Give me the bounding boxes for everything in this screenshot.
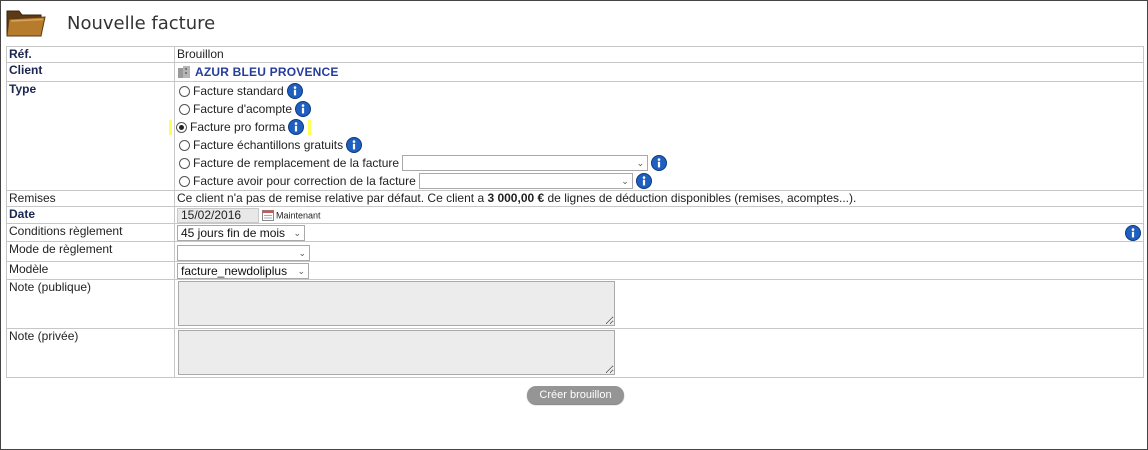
type-option-remplacement[interactable]: Facture de remplacement de la facture ⌄	[177, 154, 1141, 172]
info-icon[interactable]	[286, 83, 303, 99]
create-draft-button[interactable]: Créer brouillon	[527, 386, 624, 404]
radio-acompte[interactable]	[179, 103, 190, 115]
type-option-proforma[interactable]: Facture pro forma	[169, 118, 1141, 136]
info-icon[interactable]	[288, 119, 305, 135]
remises-amount: 3 000,00 €	[487, 191, 545, 205]
type-label: Type	[6, 81, 175, 191]
chevron-down-icon: ⌄	[297, 265, 305, 276]
note-public-textarea[interactable]	[178, 281, 615, 327]
chevron-down-icon: ⌄	[298, 247, 306, 258]
remises-text-before: Ce client n'a pas de remise relative par…	[177, 191, 488, 205]
note-private-label: Note (privée)	[6, 328, 175, 379]
ref-value: Brouillon	[174, 46, 1144, 63]
type-option-acompte[interactable]: Facture d'acompte	[177, 100, 1141, 118]
client-link[interactable]: AZUR BLEU PROVENCE	[195, 65, 339, 80]
row-type: Type Facture standard Facture d'acompte …	[6, 81, 1144, 191]
calendar-icon[interactable]	[262, 210, 274, 222]
row-note-public: Note (publique)	[6, 279, 1144, 330]
chevron-down-icon: ⌄	[621, 175, 629, 186]
type-remplacement-label: Facture de remplacement de la facture	[193, 155, 400, 170]
client-cell: AZUR BLEU PROVENCE	[174, 62, 1144, 82]
type-options: Facture standard Facture d'acompte Factu…	[169, 81, 1144, 191]
row-mode: Mode de règlement ⌄	[6, 241, 1144, 263]
remises-label: Remises	[6, 190, 175, 207]
info-icon[interactable]	[295, 101, 312, 117]
payment-mode-select[interactable]: ⌄	[177, 245, 310, 262]
type-acompte-label: Facture d'acompte	[193, 101, 293, 116]
note-private-textarea[interactable]	[178, 330, 615, 376]
invoice-form-table: Réf. Brouillon Client AZUR BLEU PROVENCE…	[6, 46, 1144, 379]
radio-standard[interactable]	[179, 85, 190, 97]
row-client: Client AZUR BLEU PROVENCE	[6, 62, 1144, 82]
mode-cell: ⌄	[174, 241, 1144, 263]
replacement-invoice-select[interactable]: ⌄	[402, 155, 649, 171]
folder-icon	[6, 10, 46, 37]
highlight-marker	[169, 119, 172, 135]
chevron-down-icon: ⌄	[293, 227, 301, 238]
type-option-standard[interactable]: Facture standard	[177, 82, 1141, 100]
radio-echantillons[interactable]	[179, 139, 190, 151]
row-modele: Modèle facture_newdoliplus ⌄	[6, 261, 1144, 281]
ref-label: Réf.	[6, 46, 175, 63]
note-public-label: Note (publique)	[6, 279, 175, 330]
modele-cell: facture_newdoliplus ⌄	[174, 261, 1144, 281]
row-date: Date 15/02/2016 Maintenant	[6, 205, 1144, 225]
note-private-cell	[174, 328, 1144, 379]
mode-label: Mode de règlement	[6, 241, 175, 263]
type-proforma-label: Facture pro forma	[190, 119, 286, 134]
client-label: Client	[6, 62, 175, 82]
row-conditions: Conditions règlement 45 jours fin de moi…	[6, 223, 1144, 243]
company-icon	[178, 66, 190, 78]
note-public-cell	[174, 279, 1144, 330]
date-cell: 15/02/2016 Maintenant	[174, 205, 1144, 225]
radio-proforma[interactable]	[176, 121, 187, 133]
radio-avoir[interactable]	[179, 175, 190, 187]
type-option-avoir[interactable]: Facture avoir pour correction de la fact…	[177, 172, 1141, 190]
type-echantillons-label: Facture échantillons gratuits	[193, 137, 344, 152]
payment-terms-select[interactable]: 45 jours fin de mois ⌄	[177, 225, 305, 242]
now-link[interactable]: Maintenant	[276, 210, 321, 220]
remises-text-after: de lignes de déduction disponibles (remi…	[544, 191, 857, 205]
remises-text: Ce client n'a pas de remise relative par…	[174, 190, 1144, 207]
row-ref: Réf. Brouillon	[6, 46, 1144, 63]
type-option-echantillons[interactable]: Facture échantillons gratuits	[177, 136, 1141, 154]
row-note-private: Note (privée)	[6, 328, 1144, 379]
row-remises: Remises Ce client n'a pas de remise rela…	[6, 190, 1144, 207]
credit-note-invoice-select[interactable]: ⌄	[418, 173, 633, 189]
radio-remplacement[interactable]	[179, 157, 190, 169]
date-label: Date	[6, 205, 175, 225]
conditions-label: Conditions règlement	[6, 223, 175, 243]
type-standard-label: Facture standard	[193, 83, 284, 98]
info-icon[interactable]	[651, 155, 668, 171]
info-icon[interactable]	[635, 173, 652, 189]
modele-label: Modèle	[6, 261, 175, 281]
chevron-down-icon: ⌄	[636, 157, 645, 168]
model-value: facture_newdoliplus	[181, 263, 288, 278]
date-input[interactable]: 15/02/2016	[177, 208, 259, 223]
window-frame: Nouvelle facture Réf. Brouillon Client A…	[0, 0, 1148, 450]
info-icon[interactable]	[346, 137, 363, 153]
model-select[interactable]: facture_newdoliplus ⌄	[177, 263, 309, 280]
conditions-cell: 45 jours fin de mois ⌄	[174, 223, 1144, 243]
info-icon[interactable]	[1125, 225, 1141, 242]
highlight-marker	[308, 119, 312, 135]
page-title: Nouvelle facture	[67, 13, 216, 34]
type-avoir-label: Facture avoir pour correction de la fact…	[193, 173, 416, 188]
payment-terms-value: 45 jours fin de mois	[181, 225, 286, 240]
